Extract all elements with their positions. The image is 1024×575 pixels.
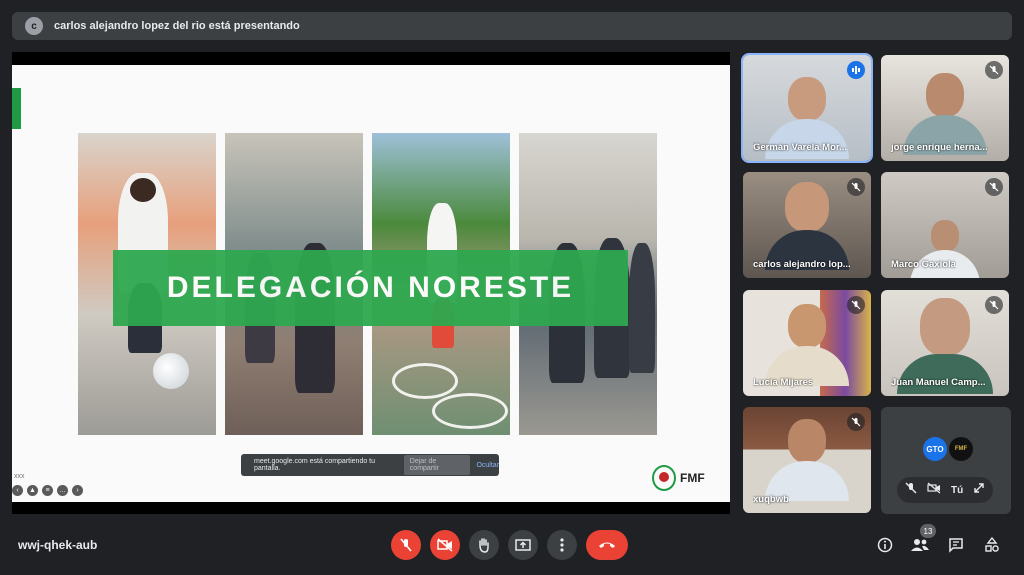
camera-toggle-button[interactable] <box>430 530 460 560</box>
participant-name: Germán Varela Mor... <box>753 142 847 153</box>
participant-name: xuqbwb <box>753 494 789 505</box>
participant-name: Marco Gaxiola <box>891 259 956 270</box>
soccer-ball <box>153 353 189 389</box>
slide-corner-text: xxx <box>14 473 25 480</box>
presenter-banner: c carlos alejandro lopez del rio está pr… <box>12 12 1012 40</box>
participant-tile[interactable]: carlos alejandro lop... <box>743 172 871 278</box>
present-button[interactable] <box>508 530 538 560</box>
end-call-icon <box>599 542 615 548</box>
chat-button[interactable] <box>945 534 967 556</box>
speaking-indicator-icon <box>847 61 865 79</box>
participant-tile[interactable]: Lucía Mijares <box>743 290 871 396</box>
people-icon <box>911 539 929 551</box>
presenter-banner-text: carlos alejandro lopez del rio está pres… <box>54 20 300 32</box>
mic-off-icon <box>847 178 865 196</box>
pointer-icon[interactable]: ▲ <box>27 485 38 496</box>
slide-nav-controls: ‹ ▲ ≡ … › <box>12 485 83 496</box>
meeting-info-button[interactable] <box>874 534 896 556</box>
fmf-logo: FMF <box>652 465 705 491</box>
camera-off-icon[interactable] <box>927 481 941 499</box>
slide-title: DELEGACIÓN NORESTE <box>166 271 575 304</box>
mic-off-icon <box>847 413 865 431</box>
slide: DELEGACIÓN NORESTE meet.google.com está … <box>12 65 730 502</box>
self-avatar-logo: FMF <box>949 437 973 461</box>
slide-title-band: DELEGACIÓN NORESTE <box>113 250 628 326</box>
camera-off-icon <box>437 538 453 552</box>
fmf-emblem-icon <box>652 465 676 491</box>
people-button[interactable] <box>909 534 931 556</box>
mic-off-icon <box>400 538 412 552</box>
present-screen-icon <box>515 539 531 551</box>
self-controls: Tú <box>897 477 994 503</box>
mic-off-icon <box>985 296 1003 314</box>
captions-icon[interactable]: ≡ <box>42 485 53 496</box>
next-slide-icon[interactable]: › <box>72 485 83 496</box>
participant-tile[interactable]: jorge enrique herna... <box>881 55 1009 161</box>
self-tile[interactable]: GTO FMF Tú <box>881 407 1011 514</box>
activities-icon <box>985 537 999 552</box>
activities-button[interactable] <box>981 534 1003 556</box>
presentation-view: DELEGACIÓN NORESTE meet.google.com está … <box>12 52 730 514</box>
meeting-code: wwj-qhek-aub <box>18 538 98 552</box>
more-icon[interactable]: … <box>57 485 68 496</box>
participant-name: Lucía Mijares <box>753 377 814 388</box>
hopscotch-mark <box>432 393 508 429</box>
more-vert-icon <box>560 538 564 552</box>
participant-name: Juan Manuel Camp... <box>891 377 986 388</box>
chat-icon <box>949 538 963 553</box>
raise-hand-button[interactable] <box>469 530 499 560</box>
fmf-logo-text: FMF <box>680 471 705 485</box>
stop-sharing-button[interactable]: Dejar de compartir <box>403 455 471 475</box>
bottom-toolbar: wwj-qhek-aub 13 <box>0 520 1024 575</box>
presenter-avatar: c <box>25 17 43 35</box>
participant-name: carlos alejandro lop... <box>753 259 851 270</box>
more-options-button[interactable] <box>547 530 577 560</box>
screen-share-notice: meet.google.com está compartiendo tu pan… <box>241 454 499 476</box>
participant-name: jorge enrique herna... <box>891 142 988 153</box>
participant-tile[interactable]: Juan Manuel Camp... <box>881 290 1009 396</box>
info-icon <box>877 537 893 553</box>
leave-call-button[interactable] <box>586 530 628 560</box>
self-avatar: GTO <box>923 437 947 461</box>
participant-tile[interactable]: Marco Gaxiola <box>881 172 1009 278</box>
mic-off-icon <box>985 61 1003 79</box>
mic-toggle-button[interactable] <box>391 530 421 560</box>
hand-icon <box>479 538 489 553</box>
share-notice-text: meet.google.com está compartiendo tu pan… <box>254 458 376 472</box>
participant-tile[interactable]: xuqbwb <box>743 407 871 513</box>
participant-tile[interactable]: Germán Varela Mor... <box>741 53 873 163</box>
mic-off-icon <box>847 296 865 314</box>
mic-off-icon <box>985 178 1003 196</box>
hide-notice-button[interactable]: Ocultar <box>476 462 499 469</box>
slide-accent-tab <box>12 88 21 129</box>
mic-off-icon[interactable] <box>905 481 917 499</box>
self-label: Tú <box>951 484 964 496</box>
hopscotch-mark <box>392 363 458 399</box>
expand-icon[interactable] <box>973 481 985 499</box>
prev-slide-icon[interactable]: ‹ <box>12 485 23 496</box>
